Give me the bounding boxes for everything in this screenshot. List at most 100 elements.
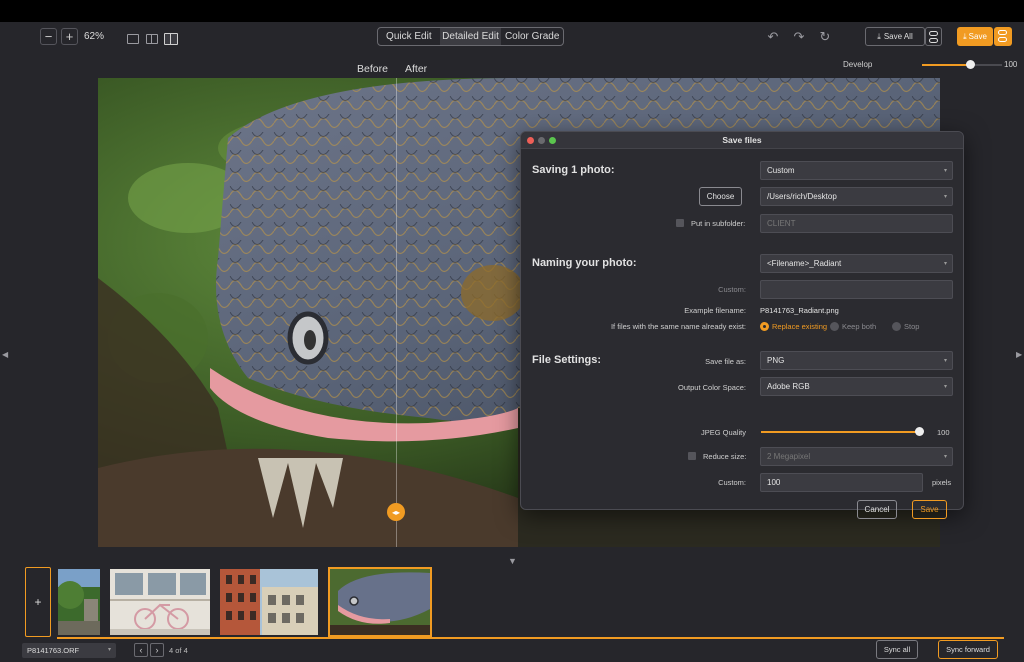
stop-radio[interactable] — [892, 322, 901, 331]
custom-size-label: Custom: — [718, 478, 746, 487]
cancel-button[interactable]: Cancel — [857, 500, 897, 519]
after-label[interactable]: After — [405, 63, 427, 75]
edit-mode-switcher: Quick Edit Detailed Edit Color Grade — [377, 27, 564, 46]
file-settings-section-title: File Settings: — [532, 354, 602, 366]
destination-select[interactable]: Custom ▾ — [760, 161, 953, 180]
chevron-down-icon: ▾ — [943, 261, 947, 267]
photo-counter: 4 of 4 — [169, 646, 188, 655]
jpeg-quality-label: JPEG Quality — [700, 428, 746, 437]
custom-name-input[interactable] — [760, 280, 953, 299]
save-options-toggle-icon[interactable] — [994, 27, 1012, 46]
download-icon: ⤓ — [877, 31, 881, 41]
top-toolbar: − + 62% Quick Edit Detailed Edit Color G… — [0, 22, 1024, 54]
develop-label: Develop — [843, 60, 873, 69]
save-button[interactable]: ⤓ Save — [957, 27, 993, 46]
develop-slider[interactable] — [922, 60, 1002, 69]
bicycle-storefront-image — [110, 569, 210, 635]
single-view-icon[interactable] — [127, 34, 139, 44]
jpeg-quality-knob[interactable] — [915, 427, 924, 436]
left-panel-arrow-icon[interactable]: ◀ — [2, 350, 8, 359]
naming-section-title: Naming your photo: — [532, 257, 637, 269]
color-space-label: Output Color Space: — [678, 383, 746, 392]
download-icon: ⤓ — [963, 31, 967, 41]
save-as-select[interactable]: PNG ▾ — [760, 351, 953, 370]
path-value: /Users/rich/Desktop — [767, 192, 837, 201]
city-buildings-image — [220, 569, 318, 635]
develop-slider-knob[interactable] — [966, 60, 975, 69]
subfolder-input[interactable]: CLIENT — [760, 214, 953, 233]
keep-both-radio[interactable] — [830, 322, 839, 331]
compare-split-line — [396, 78, 397, 547]
iguana-thumbnail-image — [330, 569, 430, 635]
subfolder-checkbox[interactable] — [676, 219, 684, 227]
thumbnail-iguana[interactable] — [328, 567, 432, 637]
develop-slider-fill — [922, 64, 970, 66]
settings-toggle-icon[interactable] — [925, 27, 942, 46]
grid-view-icon[interactable] — [164, 33, 178, 45]
naming-pattern-value: <Filename>_Radiant — [767, 259, 842, 268]
dialog-save-button[interactable]: Save — [912, 500, 947, 519]
chevron-down-icon: ▾ — [943, 358, 947, 364]
add-photo-button[interactable]: + — [25, 567, 51, 637]
chevron-down-icon: ▾ — [943, 454, 947, 460]
destination-value: Custom — [767, 166, 795, 175]
keep-both-label[interactable]: Keep both — [842, 322, 876, 331]
chevron-down-icon: ▾ — [107, 647, 111, 653]
next-photo-button[interactable]: › — [150, 643, 164, 657]
jpeg-quality-slider[interactable] — [761, 431, 919, 433]
filmstrip-collapse-arrow-icon[interactable]: ▼ — [508, 556, 517, 566]
conflict-label: If files with the same name already exis… — [610, 322, 746, 331]
save-label: Save — [968, 32, 987, 41]
path-select[interactable]: /Users/rich/Desktop ▾ — [760, 187, 953, 206]
thumbnail-city-buildings[interactable] — [220, 569, 318, 635]
naming-pattern-select[interactable]: <Filename>_Radiant ▾ — [760, 254, 953, 273]
previous-photo-button[interactable]: ‹ — [134, 643, 148, 657]
chevron-down-icon: ▾ — [943, 168, 947, 174]
filename-select[interactable]: P8141763.ORF ▾ — [22, 643, 116, 658]
chevron-down-icon: ▾ — [943, 194, 947, 200]
filmstrip-progress-line — [57, 637, 1004, 639]
replace-existing-label[interactable]: Replace existing — [772, 322, 827, 331]
thumbnail-park-scene[interactable] — [58, 569, 100, 635]
thumbnail-bicycle-storefront[interactable] — [110, 569, 210, 635]
reset-icon[interactable]: ↻ — [817, 29, 833, 45]
redo-icon[interactable]: ↷ — [791, 29, 807, 45]
park-scene-image — [58, 569, 100, 635]
right-panel-arrow-icon[interactable]: ▶ — [1016, 350, 1022, 359]
compare-split-handle[interactable]: ◂▸ — [387, 503, 405, 521]
sync-forward-button[interactable]: Sync forward — [938, 640, 998, 659]
save-all-button[interactable]: ⤓ Save All — [865, 27, 925, 46]
reduce-size-checkbox[interactable] — [688, 452, 696, 460]
filename-value: P8141763.ORF — [27, 646, 80, 655]
reduce-size-label: Reduce size: — [703, 452, 747, 461]
stop-label[interactable]: Stop — [904, 322, 919, 331]
tab-color-grade[interactable]: Color Grade — [501, 28, 563, 45]
split-view-icon[interactable] — [146, 34, 158, 44]
pixels-unit: pixels — [932, 478, 952, 487]
dialog-title: Save files — [722, 135, 762, 145]
zoom-level: 62% — [84, 31, 105, 42]
dialog-titlebar: Save files — [521, 132, 963, 149]
tab-detailed-edit[interactable]: Detailed Edit — [439, 28, 502, 45]
reduce-size-select[interactable]: 2 Megapixel ▾ — [760, 447, 953, 466]
color-space-value: Adobe RGB — [767, 382, 810, 391]
choose-button[interactable]: Choose — [699, 187, 742, 206]
sync-all-button[interactable]: Sync all — [876, 640, 918, 659]
example-filename-value: P8141763_Radiant.png — [760, 306, 839, 315]
reduce-size-value: 2 Megapixel — [767, 452, 811, 461]
before-label[interactable]: Before — [357, 63, 388, 75]
zoom-in-button[interactable]: + — [61, 28, 78, 45]
undo-icon[interactable]: ↶ — [765, 29, 781, 45]
custom-size-input[interactable]: 100 — [760, 473, 923, 492]
save-as-value: PNG — [767, 356, 785, 365]
zoom-out-button[interactable]: − — [40, 28, 57, 45]
save-as-label: Save file as: — [705, 357, 746, 366]
color-space-select[interactable]: Adobe RGB ▾ — [760, 377, 953, 396]
tab-quick-edit[interactable]: Quick Edit — [378, 28, 440, 45]
custom-name-label: Custom: — [718, 285, 746, 294]
develop-value: 100 — [1004, 60, 1018, 69]
replace-existing-radio[interactable] — [760, 322, 769, 331]
saving-section-title: Saving 1 photo: — [532, 164, 615, 176]
app-window: − + 62% Quick Edit Detailed Edit Color G… — [0, 22, 1024, 662]
save-files-dialog: Save files Saving 1 photo: Custom ▾ Choos… — [520, 131, 964, 519]
